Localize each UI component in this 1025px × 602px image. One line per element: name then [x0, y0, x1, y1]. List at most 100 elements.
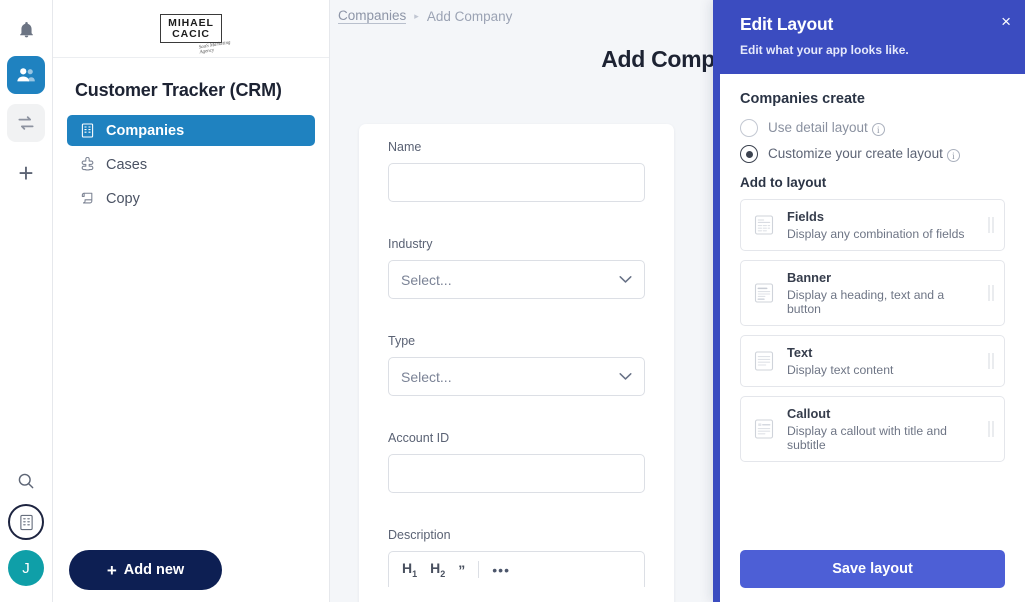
layout-card-banner[interactable]: Banner Display a heading, text and a but… [740, 260, 1005, 326]
rich-text-toolbar: H1 H2 ” ••• [388, 551, 645, 587]
save-layout-button[interactable]: Save layout [740, 550, 1005, 588]
panel-body: Companies create Use detail layout i Cust… [720, 74, 1025, 550]
drag-handle-icon[interactable] [988, 421, 994, 437]
panel-section-heading: Companies create [740, 91, 865, 107]
toolbar-divider [478, 561, 480, 578]
user-avatar[interactable]: J [8, 550, 44, 586]
sidebar-item-label: Cases [106, 156, 148, 173]
add-new-button[interactable]: + Add new [69, 550, 222, 590]
field-label: Description [388, 528, 451, 542]
app-sidebar: MIHAEL CACIC SaaS Marketing Agency Custo… [53, 0, 330, 602]
brand-logo: MIHAEL CACIC SaaS Marketing Agency [53, 0, 329, 58]
card-description: Display any combination of fields [787, 227, 965, 241]
name-input[interactable] [388, 163, 645, 202]
field-label: Industry [388, 237, 433, 251]
info-icon[interactable]: i [871, 123, 885, 137]
layout-card-text[interactable]: Text Display text content [740, 335, 1005, 387]
app-root: + J MIHAEL CACIC SaaS Marketing Agency C… [0, 0, 1025, 602]
add-icon[interactable]: + [7, 154, 45, 192]
panel-subtitle: Edit what your app looks like. [740, 43, 909, 57]
field-label: Name [388, 140, 422, 154]
edit-layout-panel: Edit Layout Edit what your app looks lik… [713, 0, 1025, 602]
drag-handle-icon[interactable] [988, 285, 994, 301]
pinwheel-icon [79, 156, 96, 173]
panel-title: Edit Layout [740, 14, 834, 34]
close-icon[interactable]: × [1001, 13, 1011, 30]
card-title: Banner [787, 270, 832, 285]
option-customize-create-layout[interactable]: Customize your create layout i [740, 145, 1005, 163]
sync-icon[interactable] [7, 104, 45, 142]
drag-handle-icon[interactable] [988, 353, 994, 369]
text-block-icon [753, 349, 775, 373]
logo-line-2: CACIC [172, 28, 210, 40]
select-value: Select... [401, 271, 452, 288]
logo-box: MIHAEL CACIC SaaS Marketing Agency [160, 14, 231, 55]
blockquote-button[interactable]: ” [458, 563, 465, 577]
fields-block-icon [753, 213, 775, 237]
chevron-right-icon: ▸ [414, 10, 419, 21]
field-description: Description H1 H2 ” ••• [388, 528, 645, 587]
radio-selected-icon[interactable] [740, 145, 758, 163]
select-value: Select... [401, 368, 452, 385]
logo-tagline: SaaS Marketing Agency [198, 40, 231, 56]
search-icon[interactable] [16, 471, 36, 496]
plus-icon: + [106, 560, 117, 580]
sidebar-item-copy[interactable]: Copy [67, 183, 315, 214]
chevron-down-icon [619, 371, 632, 383]
sidebar-item-cases[interactable]: Cases [67, 149, 315, 180]
breadcrumb-current: Add Company [426, 8, 513, 24]
sidebar-item-label: Copy [106, 190, 140, 207]
chevron-down-icon [619, 274, 632, 286]
breadcrumb-parent-link[interactable]: Companies [338, 8, 407, 24]
card-description: Display a callout with title and subtitl… [787, 424, 947, 452]
sidebar-nav: Companies Cases Copy [53, 115, 329, 214]
building-icon [79, 122, 96, 139]
add-new-label: Add new [123, 562, 185, 578]
card-texts: Callout Display a callout with title and… [787, 406, 976, 452]
callout-block-icon [753, 417, 775, 441]
banner-block-icon [753, 281, 775, 305]
option-label: Customize your create layout i [768, 146, 960, 163]
radio-unselected-icon[interactable] [740, 119, 758, 137]
field-label: Account ID [388, 431, 450, 445]
card-title: Callout [787, 406, 831, 421]
sidebar-item-companies[interactable]: Companies [67, 115, 315, 146]
card-description: Display text content [787, 363, 894, 377]
heading-2-button[interactable]: H2 [430, 561, 445, 579]
industry-select[interactable]: Select... [388, 260, 645, 299]
add-to-layout-heading: Add to layout [740, 175, 827, 190]
scroll-icon [79, 190, 96, 207]
type-select[interactable]: Select... [388, 357, 645, 396]
add-company-form-card: Name Industry Select... Type Select... A… [359, 124, 674, 602]
layout-card-callout[interactable]: Callout Display a callout with title and… [740, 396, 1005, 462]
card-texts: Banner Display a heading, text and a but… [787, 270, 976, 316]
card-texts: Text Display text content [787, 345, 976, 377]
account-id-input[interactable] [388, 454, 645, 493]
field-industry: Industry Select... [388, 237, 645, 299]
panel-footer: Save layout [720, 550, 1025, 602]
organization-building-icon[interactable] [8, 504, 44, 540]
global-icon-rail: + J [0, 0, 53, 602]
field-name: Name [388, 140, 645, 202]
more-options-icon[interactable]: ••• [492, 563, 510, 577]
card-description: Display a heading, text and a button [787, 288, 945, 316]
layout-card-fields[interactable]: Fields Display any combination of fields [740, 199, 1005, 251]
drag-handle-icon[interactable] [988, 217, 994, 233]
option-use-detail-layout[interactable]: Use detail layout i [740, 119, 1005, 137]
field-type: Type Select... [388, 334, 645, 396]
add-icon-glyph: + [18, 158, 34, 188]
info-icon[interactable]: i [946, 149, 960, 163]
contacts-icon[interactable] [7, 56, 45, 94]
heading-1-button[interactable]: H1 [402, 561, 417, 579]
card-texts: Fields Display any combination of fields [787, 209, 976, 241]
card-title: Text [787, 345, 813, 360]
app-title: Customer Tracker (CRM) [75, 80, 282, 100]
notifications-icon[interactable] [7, 10, 45, 48]
panel-header: Edit Layout Edit what your app looks lik… [720, 0, 1025, 74]
card-title: Fields [787, 209, 824, 224]
field-label: Type [388, 334, 416, 348]
